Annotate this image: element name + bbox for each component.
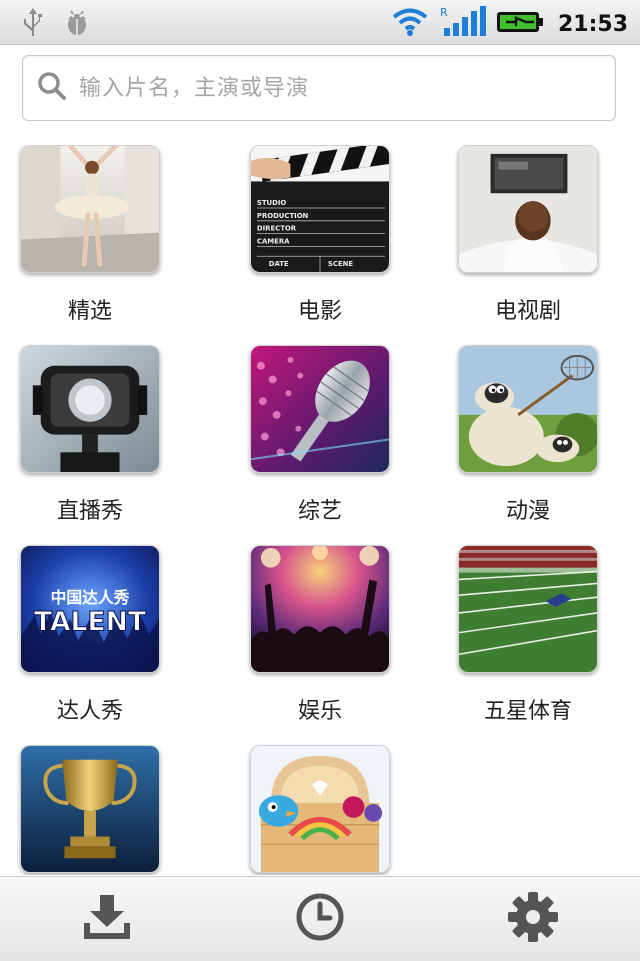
broadcast-camera-thumbnail — [20, 345, 160, 473]
cartoon-sheep-thumbnail — [458, 345, 598, 473]
category-tile-dianying[interactable]: STUDIO PRODUCTION DIRECTOR CAMERA DATE S… — [230, 145, 410, 335]
concert-thumbnail — [250, 545, 390, 673]
category-label: 达人秀 — [56, 699, 123, 724]
clapper-text-production: PRODUCTION — [257, 212, 309, 220]
category-label: 电影 — [297, 299, 342, 324]
category-tile-jingxuan[interactable]: 精选 — [0, 145, 180, 335]
kids-toys-thumbnail — [250, 745, 390, 873]
clapper-text-studio: STUDIO — [257, 199, 287, 207]
microphone-thumbnail — [250, 345, 390, 473]
category-tile-dianshiju[interactable]: 电视剧 — [438, 145, 618, 335]
category-label: 综艺 — [297, 499, 342, 524]
download-button[interactable] — [0, 877, 213, 961]
signal-icon: R — [440, 6, 486, 42]
category-label: 娱乐 — [297, 699, 342, 724]
category-label: 电视剧 — [494, 299, 561, 324]
category-tile-wuxingtiyu[interactable]: 五星体育 — [438, 545, 618, 735]
bottom-toolbar — [0, 876, 640, 961]
clapperboard-thumbnail: STUDIO PRODUCTION DIRECTOR CAMERA DATE S… — [250, 145, 390, 273]
talent-title-en: TALENT — [34, 607, 146, 638]
debug-icon — [62, 7, 92, 41]
ballerina-thumbnail — [20, 145, 160, 273]
category-tile-dongman[interactable]: 动漫 — [438, 345, 618, 535]
settings-button[interactable] — [426, 877, 639, 961]
usb-icon — [18, 6, 48, 42]
clapper-text-camera: CAMERA — [257, 237, 290, 245]
download-icon — [82, 895, 132, 943]
category-label: 动漫 — [505, 499, 550, 524]
search-icon — [37, 71, 67, 105]
wifi-icon — [390, 7, 430, 41]
category-tile-yule[interactable]: 娱乐 — [230, 545, 410, 735]
clapper-text-date: DATE — [269, 260, 289, 268]
trophy-thumbnail — [20, 745, 160, 873]
search-box[interactable] — [22, 55, 616, 121]
status-bar: R 21:53 — [0, 0, 640, 45]
category-tile-zhiboxiu[interactable]: 直播秀 — [0, 345, 180, 535]
category-tile-kids[interactable] — [230, 745, 410, 875]
category-tile-darenxiu[interactable]: 中国达人秀 TALENT 达人秀 — [0, 545, 180, 735]
history-icon — [295, 892, 345, 946]
clapper-text-scene: SCENE — [328, 260, 353, 268]
clock: 21:53 — [557, 11, 628, 37]
talent-show-thumbnail: 中国达人秀 TALENT — [20, 545, 160, 673]
category-tile-zongyi[interactable]: 综艺 — [230, 345, 410, 535]
signal-tag: R — [440, 6, 448, 19]
tv-watcher-thumbnail — [458, 145, 598, 273]
clapper-text-director: DIRECTOR — [257, 225, 297, 233]
search-input[interactable] — [77, 74, 601, 102]
football-field-thumbnail — [458, 545, 598, 673]
category-label: 精选 — [67, 299, 112, 324]
category-tile-trophy[interactable] — [0, 745, 180, 875]
battery-charging-icon — [496, 9, 544, 39]
category-label: 直播秀 — [56, 499, 123, 524]
category-label: 五星体育 — [483, 699, 572, 724]
history-button[interactable] — [213, 877, 426, 961]
talent-title-cn: 中国达人秀 — [51, 588, 130, 607]
category-grid: 精选 STUDIO PRODUCTION DIRECTOR CAMERA DAT… — [0, 145, 640, 875]
settings-icon — [507, 891, 559, 947]
